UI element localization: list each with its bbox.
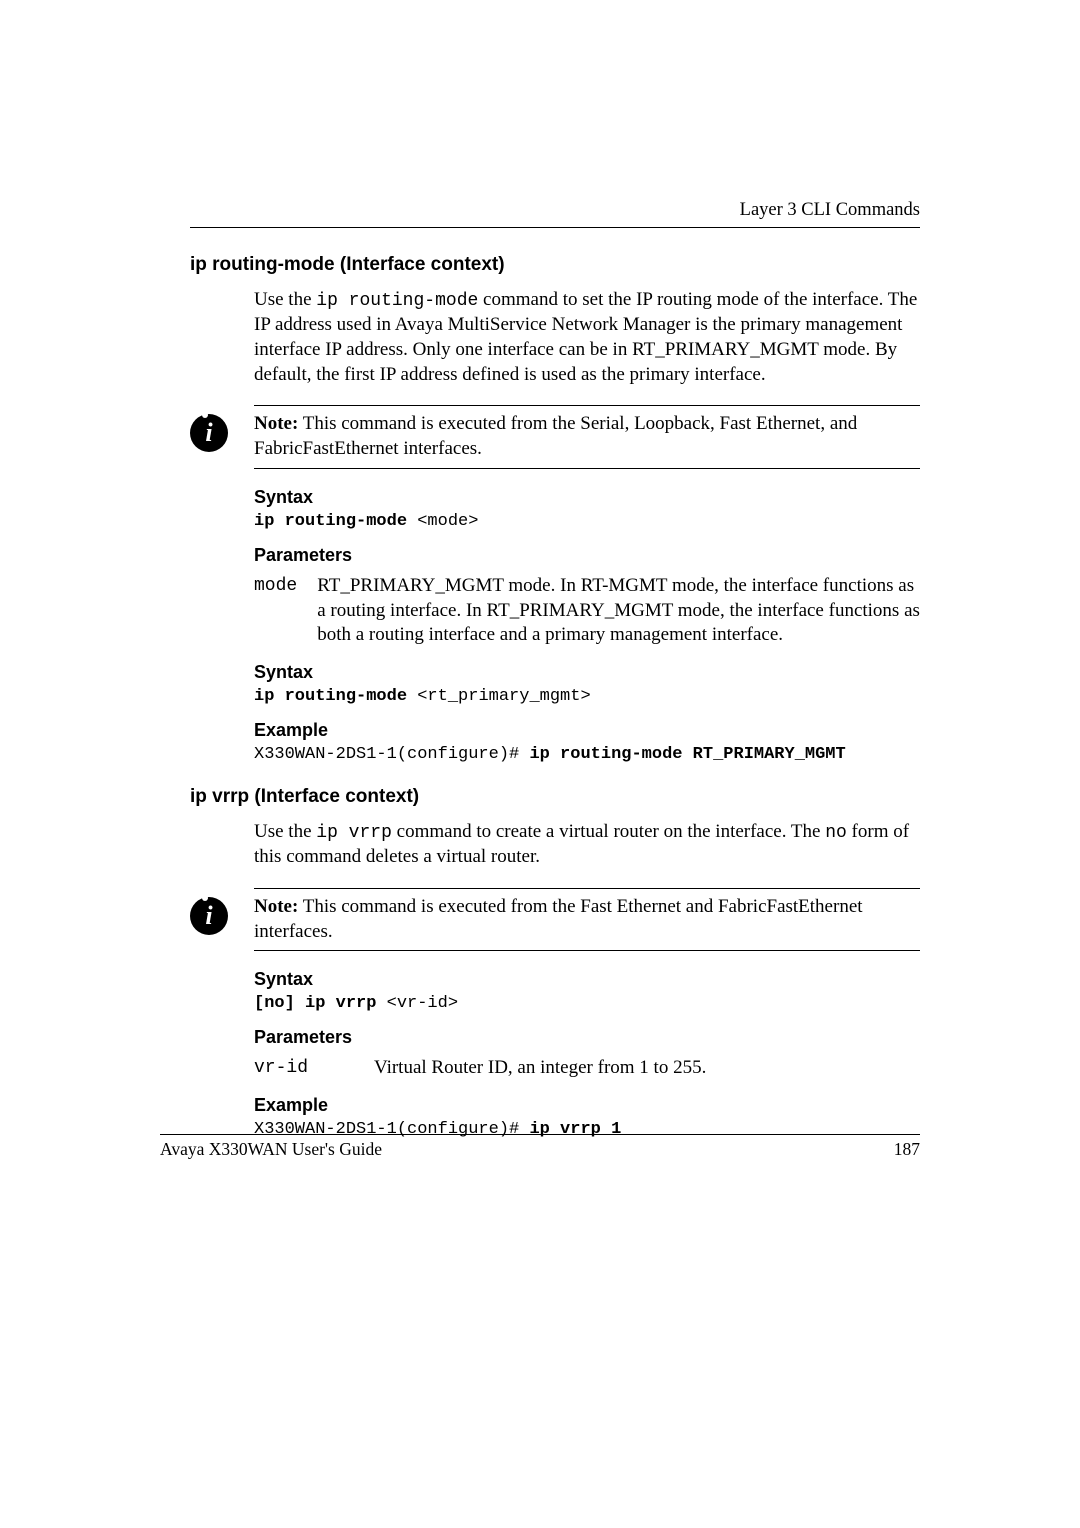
page-footer: Avaya X330WAN User's Guide 187 — [160, 1134, 920, 1160]
parameters-heading: Parameters — [254, 1027, 920, 1048]
syntax-arg: <vr-id> — [376, 994, 458, 1013]
syntax-line: [no] ip vrrp <vr-id> — [254, 994, 920, 1013]
syntax-heading: Syntax — [254, 969, 920, 990]
note-label: Note: — [254, 413, 298, 434]
header-rule — [190, 227, 920, 228]
param-name: vr-id — [254, 1056, 354, 1081]
parameters-heading: Parameters — [254, 545, 920, 566]
example-prompt: X330WAN-2DS1-1(configure)# — [254, 745, 529, 764]
param-description: Virtual Router ID, an integer from 1 to … — [374, 1056, 706, 1081]
parameter-row: mode RT_PRIMARY_MGMT mode. In RT-MGMT mo… — [254, 574, 920, 648]
syntax-heading: Syntax — [254, 662, 920, 683]
param-name: mode — [254, 574, 297, 648]
inline-command: no — [825, 823, 847, 843]
note-rule-bottom — [254, 468, 920, 469]
parameter-row: vr-id Virtual Router ID, an integer from… — [254, 1056, 920, 1081]
note-rule-top — [254, 888, 920, 889]
syntax-line: ip routing-mode <rt_primary_mgmt> — [254, 687, 920, 706]
syntax-heading: Syntax — [254, 487, 920, 508]
note-text: Note: This command is executed from the … — [254, 895, 920, 944]
text: Use the — [254, 289, 316, 310]
section1-intro: Use the ip routing-mode command to set t… — [254, 288, 920, 387]
section-heading-ip-routing-mode: ip routing-mode (Interface context) — [190, 254, 920, 276]
syntax-arg: <mode> — [407, 512, 478, 531]
text: This command is executed from the Serial… — [254, 413, 857, 459]
example-heading: Example — [254, 1095, 920, 1116]
footer-book-title: Avaya X330WAN User's Guide — [160, 1139, 382, 1160]
syntax-line: ip routing-mode <mode> — [254, 512, 920, 531]
example-heading: Example — [254, 720, 920, 741]
chapter-title: Layer 3 CLI Commands — [190, 200, 920, 221]
info-icon: i — [190, 414, 228, 452]
info-icon: i — [190, 897, 228, 935]
example-command: ip routing-mode RT_PRIMARY_MGMT — [529, 745, 845, 764]
example-line: X330WAN-2DS1-1(configure)# ip routing-mo… — [254, 745, 920, 764]
note-rule-bottom — [254, 950, 920, 951]
footer-page-number: 187 — [894, 1139, 920, 1160]
param-description: RT_PRIMARY_MGMT mode. In RT-MGMT mode, t… — [317, 574, 920, 648]
footer-rule — [160, 1134, 920, 1135]
section-heading-ip-vrrp: ip vrrp (Interface context) — [190, 786, 920, 808]
note-text: Note: This command is executed from the … — [254, 412, 920, 461]
section2-intro: Use the ip vrrp command to create a virt… — [254, 820, 920, 870]
syntax-command: ip routing-mode — [254, 687, 407, 706]
syntax-command: [no] ip vrrp — [254, 994, 376, 1013]
text: command to create a virtual router on th… — [392, 821, 825, 842]
inline-command: ip vrrp — [316, 823, 392, 843]
syntax-arg: <rt_primary_mgmt> — [407, 687, 591, 706]
note-rule-top — [254, 405, 920, 406]
inline-command: ip routing-mode — [316, 291, 478, 311]
note-label: Note: — [254, 896, 298, 917]
text: This command is executed from the Fast E… — [254, 896, 863, 942]
text: Use the — [254, 821, 316, 842]
syntax-command: ip routing-mode — [254, 512, 407, 531]
